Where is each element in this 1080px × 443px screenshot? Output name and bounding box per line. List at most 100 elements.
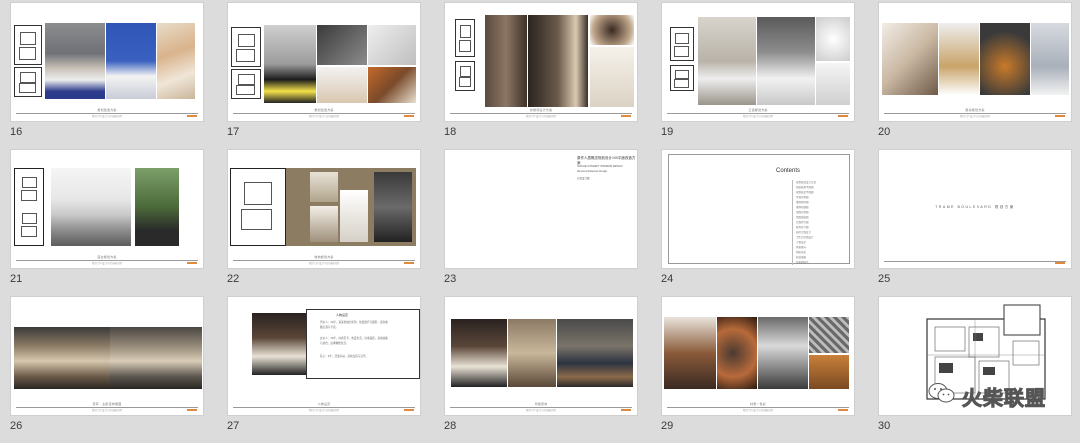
leather-texture-photo bbox=[717, 317, 757, 389]
slide-thumbnail-22[interactable]: 收纳规划方案 我们门户设计与空间研究院 bbox=[227, 149, 421, 269]
floor-plan-image bbox=[455, 61, 475, 91]
brand-logo bbox=[404, 262, 414, 264]
floor-plan-image bbox=[670, 27, 694, 61]
brand-logo bbox=[187, 262, 197, 264]
drawer-photo bbox=[310, 206, 338, 242]
slide-caption: 卫浴规划方案 bbox=[748, 108, 768, 112]
floor-plan-image bbox=[234, 172, 282, 240]
floor-plan-image bbox=[455, 19, 475, 57]
divider bbox=[884, 261, 1066, 262]
slide-cell: 厨房规划方案 我们门户设计与空间研究院 20 bbox=[878, 2, 1072, 149]
bathtub-photo bbox=[757, 17, 815, 105]
slide-thumbnail-26[interactable]: 原有 - 主卧室效果图 我们门户设计与空间研究院 bbox=[10, 296, 204, 416]
slide-title: TRAME BOULEVARD 规划方案 bbox=[935, 205, 1015, 209]
brand-logo bbox=[404, 115, 414, 117]
floor-plan-image bbox=[231, 27, 261, 67]
contents-list: 规划改造设计方案 原始结构平面图 规划改造平面图 平面布置图 墙体拆除图 墙体新… bbox=[792, 180, 836, 265]
floor-plan-image bbox=[17, 172, 41, 204]
slide-cell: 30 bbox=[878, 296, 1072, 443]
slide-subtitle: 方案设计版 bbox=[577, 177, 590, 180]
pan-photo bbox=[980, 23, 1030, 95]
couple-photo bbox=[882, 23, 938, 95]
slide-cell: 规划改造方案 我们门户设计与空间研究院 16 bbox=[10, 2, 204, 149]
slide-thumbnail-21[interactable]: 露台规划方案 我们门户设计与空间研究院 bbox=[10, 149, 204, 269]
paragraph-male: 男主人：33岁，资深金融分析师，热爱旅行与摄影，喜欢收藏红酒与手表。 bbox=[320, 321, 388, 329]
slide-cell: 规划改造方案 我们门户设计与空间研究院 17 bbox=[227, 2, 421, 149]
slide-cell: Contents 规划改造设计方案 原始结构平面图 规划改造平面图 平面布置图 … bbox=[661, 149, 855, 296]
terrace-umbrella-photo bbox=[51, 168, 131, 246]
slide-caption: 原有 - 主卧室效果图 bbox=[92, 402, 122, 406]
slide-thumbnail-27[interactable]: 人物设定 男主人：33岁，资深金融分析师，热爱旅行与摄影，喜欢收藏红酒与手表。 … bbox=[227, 296, 421, 416]
slide-number: 21 bbox=[10, 273, 23, 285]
slide-thumbnail-16[interactable]: 规划改造方案 我们门户设计与空间研究院 bbox=[10, 2, 204, 122]
pattern-swatch bbox=[809, 317, 849, 353]
slide-cell: 原作人居概念规划设计100平面改造方案 XIAOJIE CONCEPT INTE… bbox=[444, 149, 638, 296]
floor-plan-image bbox=[670, 65, 694, 91]
contents-item: 效果图展示 bbox=[796, 261, 809, 264]
slide-thumbnail-25[interactable]: TRAME BOULEVARD 规划方案 bbox=[878, 149, 1072, 269]
closet-photo bbox=[528, 15, 588, 107]
slide-caption: 人物设定 bbox=[317, 402, 331, 406]
slide-caption: 收纳规划方案 bbox=[314, 255, 334, 259]
slide-thumbnail-24[interactable]: Contents 规划改造设计方案 原始结构平面图 规划改造平面图 平面布置图 … bbox=[661, 149, 855, 269]
accessory-photo bbox=[816, 63, 850, 105]
paragraph-female: 女主人：30岁，时尚买手，热爱生活，注重品质，喜欢瑜伽与烘焙，追求精致生活。 bbox=[320, 337, 388, 345]
watch-photo bbox=[590, 47, 634, 107]
bedroom-style-photo bbox=[557, 319, 633, 387]
brand-logo bbox=[838, 409, 848, 411]
brand-logo bbox=[621, 115, 631, 117]
slide-subcaption: 我们门户设计与空间研究院 bbox=[308, 409, 339, 412]
desk-photo bbox=[317, 67, 367, 103]
slide-thumbnail-18[interactable]: 衣帽间设计方案 我们门户设计与空间研究院 bbox=[444, 2, 638, 122]
slide-subcaption: 我们门户设计与空间研究院 bbox=[308, 262, 339, 265]
characters-photo bbox=[252, 313, 306, 375]
color-swatch bbox=[809, 355, 849, 389]
bedroom-photo bbox=[45, 23, 105, 99]
slide-thumbnail-17[interactable]: 规划改造方案 我们门户设计与空间研究院 bbox=[227, 2, 421, 122]
slide-cell: 收纳规划方案 我们门户设计与空间研究院 22 bbox=[227, 149, 421, 296]
slide-number: 20 bbox=[878, 126, 891, 138]
brand-logo bbox=[838, 115, 848, 117]
slide-thumbnail-20[interactable]: 厨房规划方案 我们门户设计与空间研究院 bbox=[878, 2, 1072, 122]
slide-caption: 衣帽间设计方案 bbox=[529, 108, 553, 112]
section-heading: 人物设定 bbox=[336, 313, 349, 317]
fashion-photo bbox=[664, 317, 716, 389]
slide-caption: 厨房规划方案 bbox=[965, 108, 985, 112]
slide-caption: 材质 / 色彩 bbox=[750, 402, 766, 406]
slide-subcaption: 我们门户设计与空间研究院 bbox=[742, 409, 773, 412]
slide-subcaption: 我们门户设计与空间研究院 bbox=[308, 115, 339, 118]
slide-thumbnail-19[interactable]: 卫浴规划方案 我们门户设计与空间研究院 bbox=[661, 2, 855, 122]
slide-caption: 风格意向 bbox=[534, 402, 548, 406]
slide-number: 25 bbox=[878, 273, 891, 285]
floor-plan-image bbox=[14, 25, 42, 65]
wardrobe-photo bbox=[485, 15, 527, 107]
contents-title: Contents bbox=[776, 168, 801, 174]
wardrobe-photo bbox=[374, 172, 412, 242]
slide-number: 16 bbox=[10, 126, 23, 138]
slide-number: 30 bbox=[878, 420, 891, 432]
slide-thumbnail-29[interactable]: 材质 / 色彩 我们门户设计与空间研究院 bbox=[661, 296, 855, 416]
shelf-photo bbox=[317, 25, 367, 65]
brand-logo bbox=[621, 409, 631, 411]
shelf-photo bbox=[340, 190, 368, 242]
accessory-photo bbox=[590, 15, 634, 45]
slide-thumbnail-23[interactable]: 原作人居概念规划设计100平面改造方案 XIAOJIE CONCEPT INTE… bbox=[444, 149, 638, 269]
cabinet-photo bbox=[310, 172, 338, 202]
slide-cell: TRAME BOULEVARD 规划方案 25 bbox=[878, 149, 1072, 296]
slide-caption: 露台规划方案 bbox=[97, 255, 117, 259]
slide-number: 27 bbox=[227, 420, 240, 432]
slide-cell: 人物设定 男主人：33岁，资深金融分析师，热爱旅行与摄影，喜欢收藏红酒与手表。 … bbox=[227, 296, 421, 443]
slide-subtitle: Renew Architecture Design bbox=[577, 170, 608, 173]
lifestyle-photo bbox=[157, 23, 195, 99]
slide-subcaption: 我们门户设计与空间研究院 bbox=[91, 262, 122, 265]
slide-number: 18 bbox=[444, 126, 457, 138]
slide-number: 23 bbox=[444, 273, 457, 285]
slide-number: 26 bbox=[10, 420, 23, 432]
slide-number: 17 bbox=[227, 126, 240, 138]
slide-thumbnail-28[interactable]: 风格意向 我们门户设计与空间研究院 bbox=[444, 296, 638, 416]
slide-number: 28 bbox=[444, 420, 457, 432]
slide-cell: 卫浴规划方案 我们门户设计与空间研究院 19 bbox=[661, 2, 855, 149]
slide-number: 24 bbox=[661, 273, 674, 285]
appliance-photo bbox=[1031, 23, 1069, 95]
floor-plan-image bbox=[17, 208, 41, 240]
